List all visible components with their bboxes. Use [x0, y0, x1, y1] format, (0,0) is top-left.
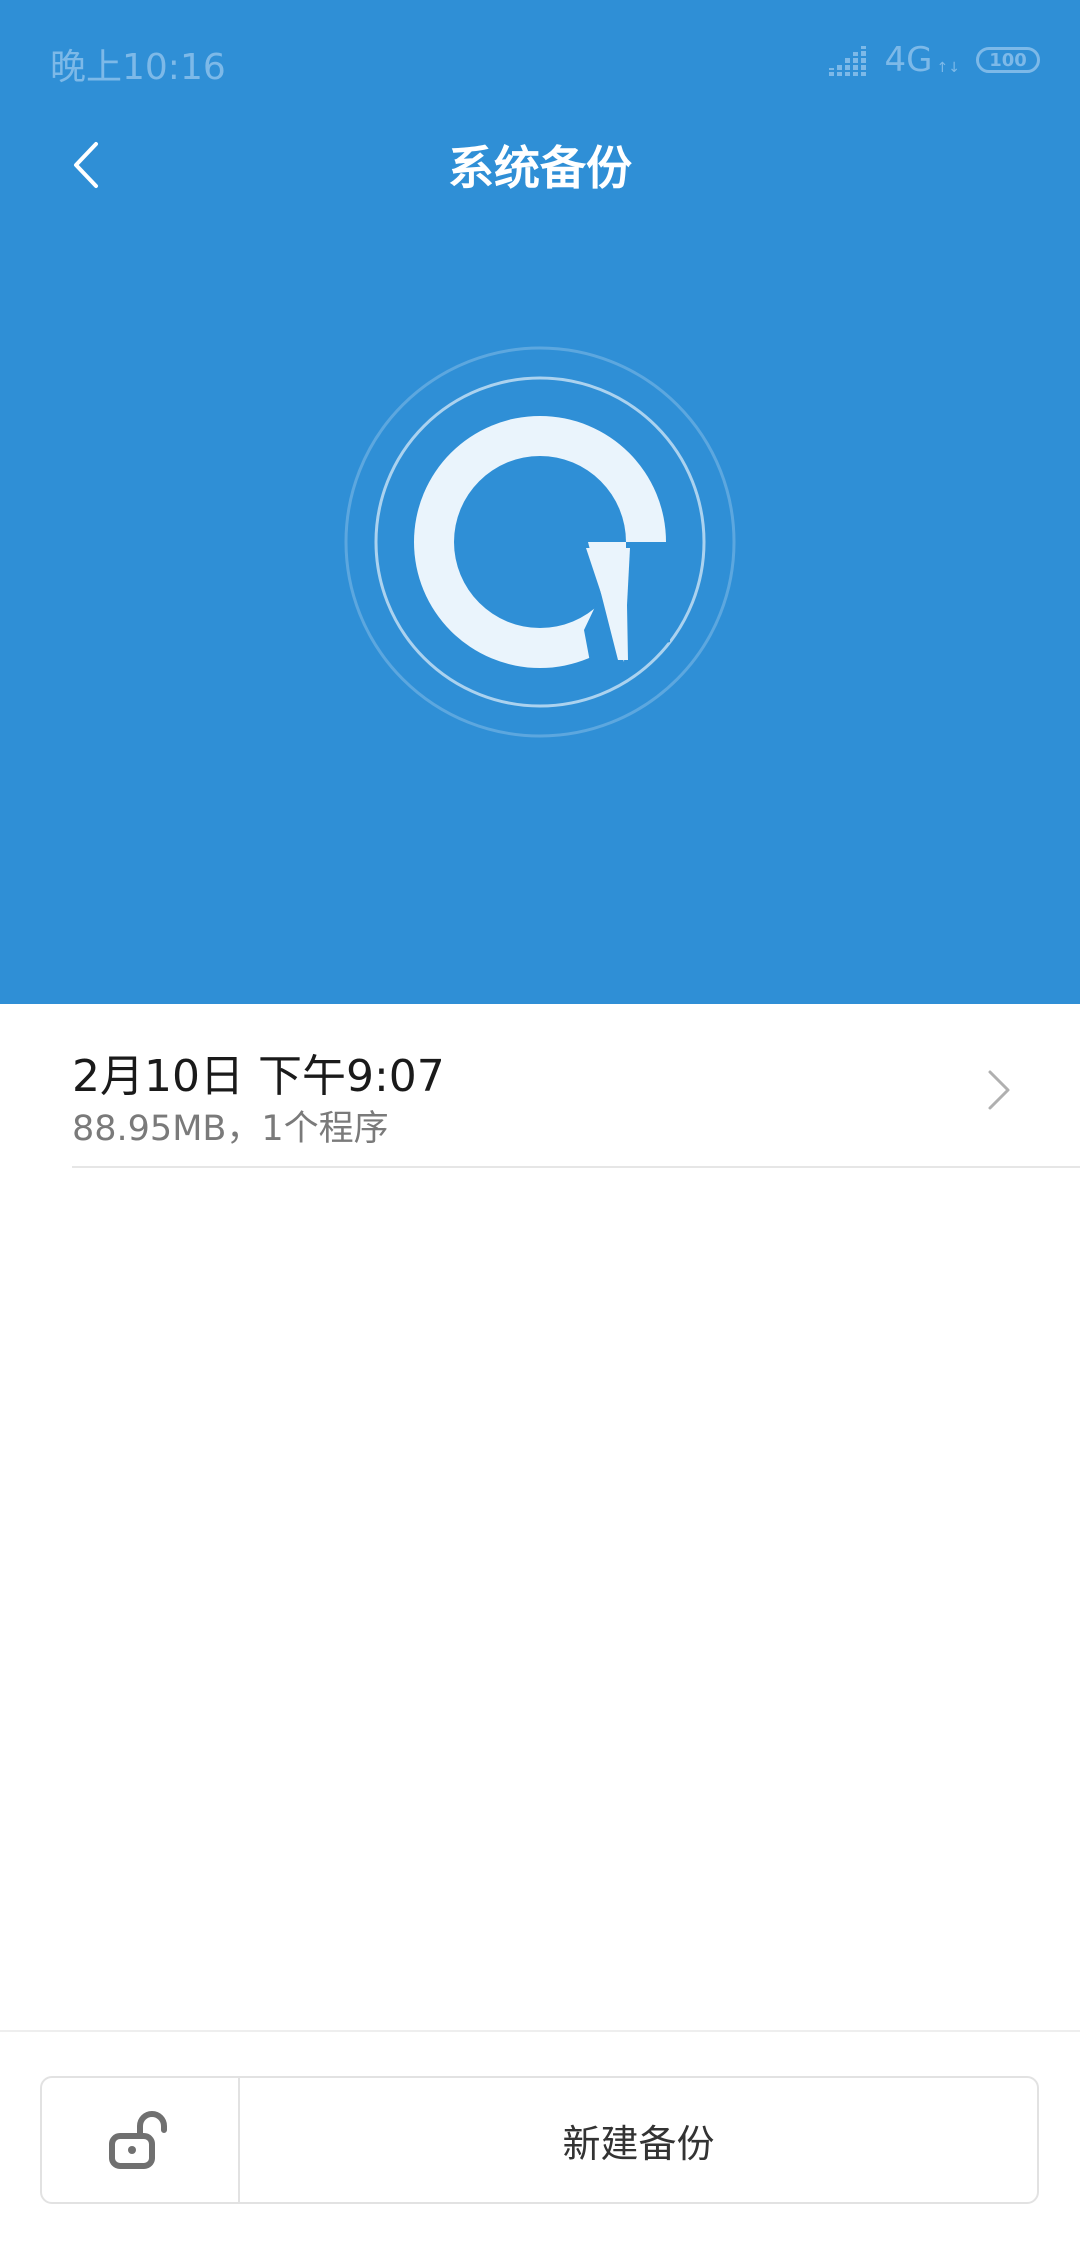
backup-item-title: 2月10日 下午9:07 — [72, 1051, 445, 1102]
page-title: 系统备份 — [448, 141, 632, 195]
lock-button[interactable] — [42, 2078, 240, 2202]
status-time: 晚上10:16 — [50, 47, 226, 88]
battery-icon: 100 — [976, 47, 1040, 73]
data-activity-icon: ↑↓ — [936, 60, 960, 76]
list-divider — [72, 1166, 1080, 1168]
new-backup-button[interactable]: 新建备份 — [240, 2078, 1037, 2202]
footer-divider — [0, 2030, 1080, 2032]
unlocked-padlock-icon — [109, 2111, 167, 2169]
status-indicators: 4G ↑↓ 100 — [828, 40, 1040, 80]
signal-icon — [828, 46, 871, 76]
backup-item-subtitle: 88.95MB，1个程序 — [72, 1109, 389, 1149]
backup-list-item[interactable]: 2月10日 下午9:07 88.95MB，1个程序 — [0, 1004, 1080, 1168]
backup-logo-icon — [344, 346, 736, 738]
footer-action-bar: 新建备份 — [40, 2076, 1039, 2204]
status-bar: 晚上10:16 4G ↑↓ 100 — [0, 0, 1080, 120]
network-type: 4G — [884, 40, 933, 80]
battery-level: 100 — [989, 49, 1027, 71]
header-hero: 晚上10:16 4G ↑↓ 100 系统备份 — [0, 0, 1080, 1004]
chevron-right-icon — [988, 1070, 1010, 1110]
